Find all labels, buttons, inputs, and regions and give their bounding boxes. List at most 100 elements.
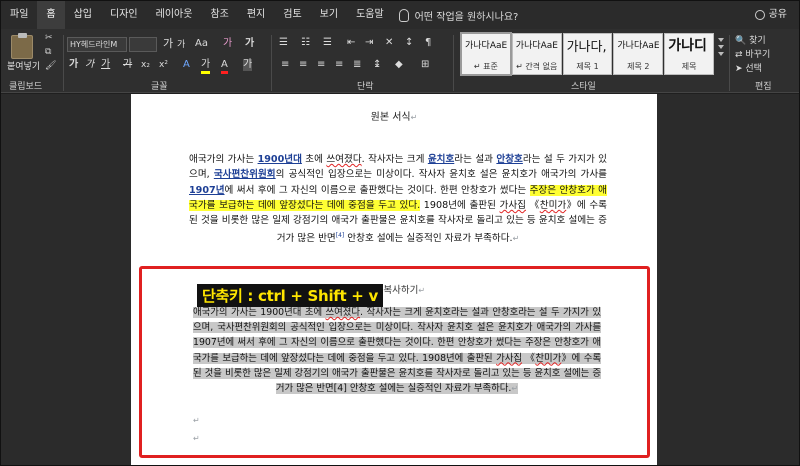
italic-button[interactable]: 가 <box>85 59 94 71</box>
align-left-icon[interactable]: ≡ <box>281 59 289 71</box>
text-run: 안창호 <box>496 154 523 165</box>
shading-icon[interactable]: ◆ <box>395 59 403 71</box>
change-case-button[interactable]: Aa <box>195 38 208 50</box>
tab-5[interactable]: 참조 <box>201 1 237 29</box>
tab-4[interactable]: 레이아웃 <box>147 1 202 29</box>
style-tile[interactable]: 가나디제목 <box>664 33 714 75</box>
tab-1[interactable]: 홈 <box>37 1 65 29</box>
cursor-icon: ➤ <box>735 64 746 74</box>
text-run: 1908년에 출판된 <box>420 199 500 211</box>
tab-2[interactable]: 삽입 <box>65 1 101 29</box>
highlight-color-button[interactable]: 가 <box>201 59 211 74</box>
paste-button-label[interactable]: 붙여넣기 <box>7 59 40 72</box>
align-center-icon[interactable]: ≡ <box>299 59 307 71</box>
replace-button[interactable]: ⇄ 바꾸기 <box>735 47 770 60</box>
asian-layout-icon[interactable]: ✕ <box>385 37 393 49</box>
ribbon: 붙여넣기 ✂ ⧉ 🖌 클립보드 HY헤드라인M 가 가 Aa 가 가 가 가 가… <box>1 29 799 93</box>
font-color-button[interactable]: A <box>221 59 228 74</box>
text-run: 찬미가 <box>539 199 567 211</box>
phonetic-guide-icon[interactable]: 가 <box>245 38 254 50</box>
style-tile[interactable]: 가나다AaE ↵ 표준 <box>460 32 512 76</box>
justify-icon[interactable]: ≡ <box>335 59 343 71</box>
multilevel-list-icon[interactable]: ☰ <box>323 37 332 49</box>
text-run: 의 공식적인 입장으로는 미상이다. 작사자 윤치호 설은 윤치호가 애국가의 … <box>275 169 607 181</box>
sort-icon[interactable]: ↕ <box>405 37 413 49</box>
text-run: 1900년대 <box>257 154 302 165</box>
font-name-select[interactable]: HY헤드라인M <box>67 37 127 52</box>
character-shading-button[interactable]: 가 <box>243 59 253 71</box>
tab-7[interactable]: 검토 <box>274 1 310 29</box>
show-marks-icon[interactable]: ¶ <box>425 37 431 49</box>
replace-icon: ⇄ <box>735 50 746 60</box>
original-paragraph: 애국가의 가사는 1900년대 초에 쓰여졌다. 작사자는 크게 윤치호라는 설… <box>189 152 607 247</box>
align-right-icon[interactable]: ≡ <box>317 59 325 71</box>
increase-indent-icon[interactable]: ⇥ <box>365 37 373 49</box>
word-window: 파일 홈 삽입 디자인 레이아웃 참조 편지 검토 보기 도움말 어떤 작업을 원하시나요? 공유 … <box>0 0 800 466</box>
text-run: 초에 <box>301 154 327 165</box>
bold-button[interactable]: 가 <box>69 59 78 71</box>
tab-9[interactable]: 도움말 <box>347 1 393 29</box>
style-sample: 가나다AaE <box>465 41 508 51</box>
grow-font-button[interactable]: 가 <box>163 38 173 50</box>
tab-3[interactable]: 디자인 <box>101 1 147 29</box>
text-run: 라는 설과 <box>454 154 497 165</box>
find-label: 찾기 <box>749 36 766 46</box>
tab-8[interactable]: 보기 <box>311 1 347 29</box>
style-sample: 가나디 <box>668 38 707 54</box>
text-run: 에 써서 후에 그 자신의 이름으로 출판했다는 것이다. 한편 안창호가 썼다… <box>224 184 530 196</box>
original-heading: 원본 서식↵ <box>370 112 418 123</box>
text-run: 1907년 <box>189 184 225 196</box>
shortcut-caption: 단축키 : ctrl + Shift + v <box>197 284 383 307</box>
copy-icon[interactable]: ⧉ <box>45 47 57 57</box>
person-icon <box>754 10 765 20</box>
menu-bar: 파일 홈 삽입 디자인 레이아웃 참조 편지 검토 보기 도움말 어떤 작업을 원하시나요? <box>1 1 799 29</box>
share-label: 공유 <box>768 9 787 20</box>
superscript-button[interactable]: x² <box>159 59 168 71</box>
format-painter-icon[interactable]: 🖌 <box>45 61 57 71</box>
text-run: 가사집 <box>499 199 527 211</box>
tell-me-box[interactable]: 어떤 작업을 원하시나요? <box>398 8 518 23</box>
line-spacing-icon[interactable]: ↨ <box>373 59 381 71</box>
text-run: . 작사자는 크게 <box>361 154 428 165</box>
distributed-icon[interactable]: ≣ <box>353 59 361 71</box>
paragraph-group-label: 단락 <box>357 82 374 92</box>
cut-icon[interactable]: ✂ <box>45 33 57 43</box>
style-gallery: 가나다AaE ↵ 표준 가나다AaE ↵ 간격 없음 가나다, 제목 1 가나다AaE 제목 … <box>460 32 715 76</box>
find-button[interactable]: 🔍 찾기 <box>735 33 766 46</box>
font-size-select[interactable] <box>129 37 157 52</box>
style-tile[interactable]: 가나다, 제목 1 <box>562 33 613 75</box>
style-sample: 가나다AaE <box>515 41 558 51</box>
numbering-icon[interactable]: ☷ <box>301 37 310 49</box>
text-effects-button[interactable]: A <box>183 59 190 71</box>
borders-icon[interactable]: ⊞ <box>421 59 429 71</box>
strikethrough-button[interactable]: 가 <box>123 59 132 71</box>
text-run: [4] <box>335 232 345 240</box>
select-label: 선택 <box>745 64 762 74</box>
style-name: ↵ 간격 없음 <box>516 62 558 71</box>
select-button[interactable]: ➤ 선택 <box>735 61 762 74</box>
style-sample: 가나다AaE <box>617 41 660 51</box>
tab-6[interactable]: 편지 <box>238 1 274 29</box>
gallery-scroll[interactable] <box>717 35 725 73</box>
subscript-button[interactable]: x₂ <box>141 59 150 71</box>
style-tile[interactable]: 가나다AaE 제목 2 <box>613 33 664 75</box>
group-divider <box>271 35 272 91</box>
text-run: 쓰여졌다 <box>326 154 362 165</box>
bullets-icon[interactable]: ☰ <box>279 37 288 49</box>
style-name: 제목 <box>681 62 697 71</box>
text-run: 안창호 설에는 실증적인 자료가 부족하다. <box>344 233 513 245</box>
style-sample: 가나다, <box>566 40 607 55</box>
text-run: 윤치호 <box>427 154 455 165</box>
tab-0[interactable]: 파일 <box>1 1 37 29</box>
editing-group-label: 편집 <box>755 82 772 92</box>
group-divider <box>453 35 454 91</box>
style-tile[interactable]: 가나다AaE ↵ 간격 없음 <box>511 33 562 75</box>
clear-format-button[interactable]: 가 <box>223 38 232 50</box>
paste-icon[interactable] <box>11 33 33 59</box>
text-run: 국사편찬위원회 <box>213 169 276 181</box>
text-run: 《 <box>526 199 540 211</box>
decrease-indent-icon[interactable]: ⇤ <box>347 37 355 49</box>
shrink-font-button[interactable]: 가 <box>177 39 185 51</box>
share-button[interactable]: 공유 <box>754 1 787 29</box>
underline-button[interactable]: 가 <box>101 59 110 71</box>
